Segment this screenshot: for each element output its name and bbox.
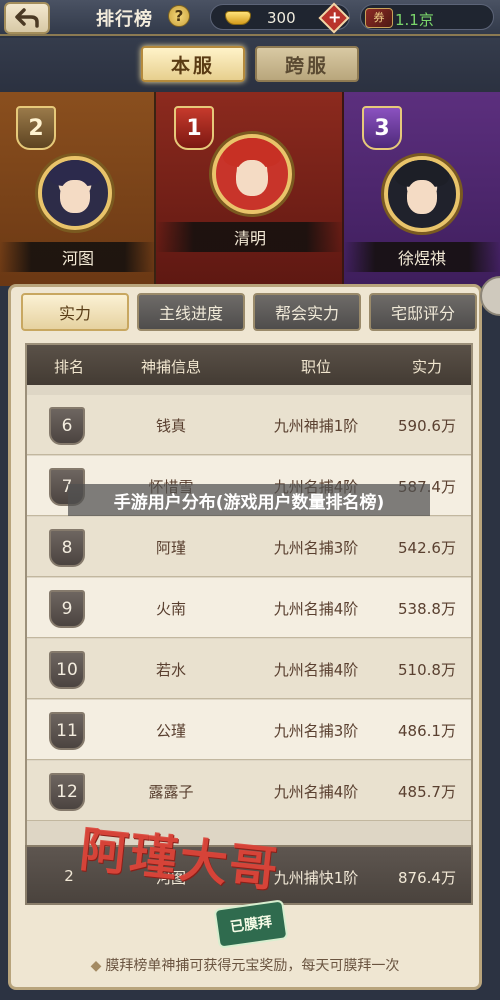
page-title: 排行榜 [96, 9, 153, 30]
avatar [212, 134, 292, 214]
player-position: 九州名捕3阶 [273, 722, 359, 740]
server-tab-strip: 本服 跨服 [0, 38, 500, 92]
tab-mansion-score[interactable]: 宅邸评分 [369, 293, 477, 331]
header-position: 职位 [300, 358, 331, 376]
player-name: 钱真 [155, 417, 186, 435]
footer-note: ◆ 膜拜榜单神捕可获得元宝奖励，每天可膜拜一次 [11, 955, 479, 975]
my-power: 876.4万 [398, 869, 456, 887]
player-name: 阿瑾 [155, 539, 186, 557]
player-power: 485.7万 [398, 783, 456, 801]
rank-shield: 6 [49, 407, 85, 445]
tab-local-server[interactable]: 本服 [141, 46, 245, 82]
avatar [384, 156, 460, 232]
player-name: 河图 [0, 242, 156, 272]
tab-guild-power[interactable]: 帮会实力 [253, 293, 361, 331]
add-ingot-button[interactable]: + [318, 2, 350, 34]
rank-shield: 10 [49, 651, 85, 689]
player-name: 若水 [155, 661, 186, 679]
player-name: 露露子 [148, 783, 194, 801]
player-position: 九州名捕3阶 [273, 539, 359, 557]
watermark-banner: 手游用户分布(游戏用户数量排名榜) [68, 484, 430, 516]
player-power: 510.8万 [398, 661, 456, 679]
rank-shield: 9 [49, 590, 85, 628]
jade-value: 1.1京 [395, 11, 434, 29]
tab-cross-server[interactable]: 跨服 [255, 46, 359, 82]
player-power: 486.1万 [398, 722, 456, 740]
player-position: 九州名捕4阶 [273, 661, 359, 679]
header-info: 神捕信息 [140, 358, 201, 376]
rank-shield: 8 [49, 529, 85, 567]
category-tabs: 实力 主线进度 帮会实力 宅邸评分 [21, 293, 481, 333]
ingot-resource: 300 + [210, 2, 350, 34]
rank-shield: 12 [49, 773, 85, 811]
rank-badge: 1 [174, 106, 214, 150]
table-row[interactable]: 11 公瑾 九州名捕3阶 486.1万 [27, 700, 471, 760]
table-row[interactable]: 9 火南 九州名捕4阶 538.8万 [27, 578, 471, 638]
diamond-icon: ◆ [90, 958, 102, 974]
header-power: 实力 [411, 358, 442, 376]
podium-rank-2[interactable]: 2 河图 [0, 92, 156, 286]
rank-shield: 11 [49, 712, 85, 750]
tab-main-progress[interactable]: 主线进度 [137, 293, 245, 331]
plus-icon: + [328, 7, 342, 27]
ingot-value: 300 [267, 9, 296, 27]
podium-rank-1[interactable]: 1 清明 [156, 92, 344, 286]
ingot-icon [225, 11, 251, 25]
jade-resource: 券 1.1京 [360, 4, 494, 30]
player-position: 九州神捕1阶 [273, 417, 359, 435]
player-name: 公瑾 [155, 722, 186, 740]
player-name: 清明 [156, 222, 344, 252]
rank-badge: 2 [16, 106, 56, 150]
help-icon[interactable]: ? [168, 5, 190, 27]
tab-power[interactable]: 实力 [21, 293, 129, 331]
player-power: 590.6万 [398, 417, 456, 435]
player-name: 火南 [155, 600, 186, 618]
podium-rank-3[interactable]: 3 徐煜祺 [344, 92, 500, 286]
table-row[interactable]: 8 阿瑾 九州名捕3阶 542.6万 [27, 517, 471, 577]
table-row[interactable]: 6 钱真 九州神捕1阶 590.6万 [27, 395, 471, 455]
player-position: 九州名捕4阶 [273, 600, 359, 618]
rank-badge: 3 [362, 106, 402, 150]
player-power: 542.6万 [398, 539, 456, 557]
table-header: 排名 神捕信息 职位 实力 [27, 345, 471, 385]
header-rank: 排名 [53, 358, 84, 376]
footer-note-text: 膜拜榜单神捕可获得元宝奖励，每天可膜拜一次 [105, 958, 400, 974]
table-row[interactable]: 10 若水 九州名捕4阶 510.8万 [27, 639, 471, 699]
back-button[interactable] [4, 2, 50, 34]
avatar [38, 156, 112, 230]
back-arrow-icon [15, 8, 39, 28]
coupon-icon: 券 [365, 8, 393, 28]
player-power: 538.8万 [398, 600, 456, 618]
player-name: 徐煜祺 [344, 242, 500, 272]
top-bar: 排行榜 ? 300 + 券 1.1京 [0, 0, 500, 36]
player-position: 九州名捕4阶 [273, 783, 359, 801]
